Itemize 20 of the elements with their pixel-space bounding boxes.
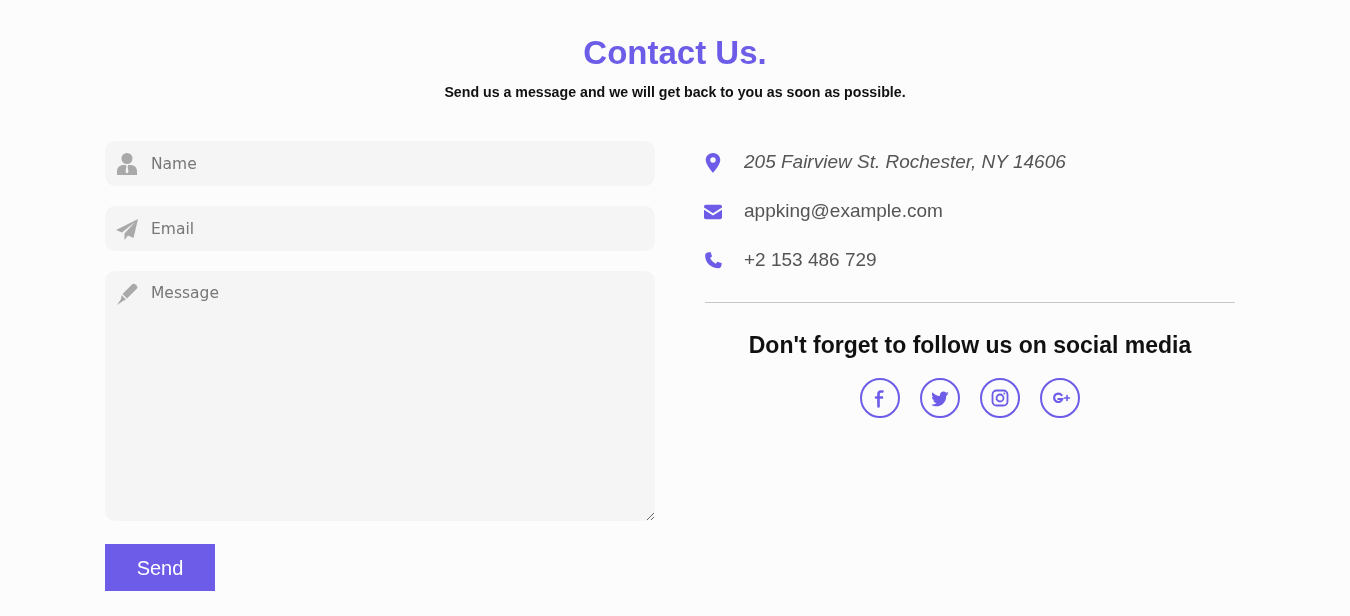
google-plus-link[interactable]	[1040, 378, 1080, 418]
page-title: Contact Us.	[582, 33, 768, 73]
social-heading: Don't forget to follow us on social media	[747, 331, 1193, 360]
instagram-link[interactable]	[980, 378, 1020, 418]
person-icon	[116, 152, 138, 175]
phone-icon	[704, 250, 722, 271]
page-subtitle: Send us a message and we will get back to you as soon as possible.	[443, 83, 907, 102]
facebook-link[interactable]	[860, 378, 900, 418]
name-field[interactable]: Name	[105, 141, 655, 186]
twitter-link[interactable]	[920, 378, 960, 418]
email-text: appking@example.com	[744, 199, 943, 224]
pen-icon	[116, 283, 138, 305]
send-button[interactable]: Send	[105, 544, 215, 591]
address-text: 205 Fairview St. Rochester, NY 14606	[744, 150, 1066, 175]
phone-text: +2 153 486 729	[744, 248, 877, 273]
camera-icon	[990, 388, 1010, 408]
email-field[interactable]: Email	[105, 206, 655, 251]
paper-plane-icon	[116, 217, 138, 240]
message-field[interactable]: Message	[105, 271, 655, 521]
map-pin-icon	[704, 152, 722, 173]
